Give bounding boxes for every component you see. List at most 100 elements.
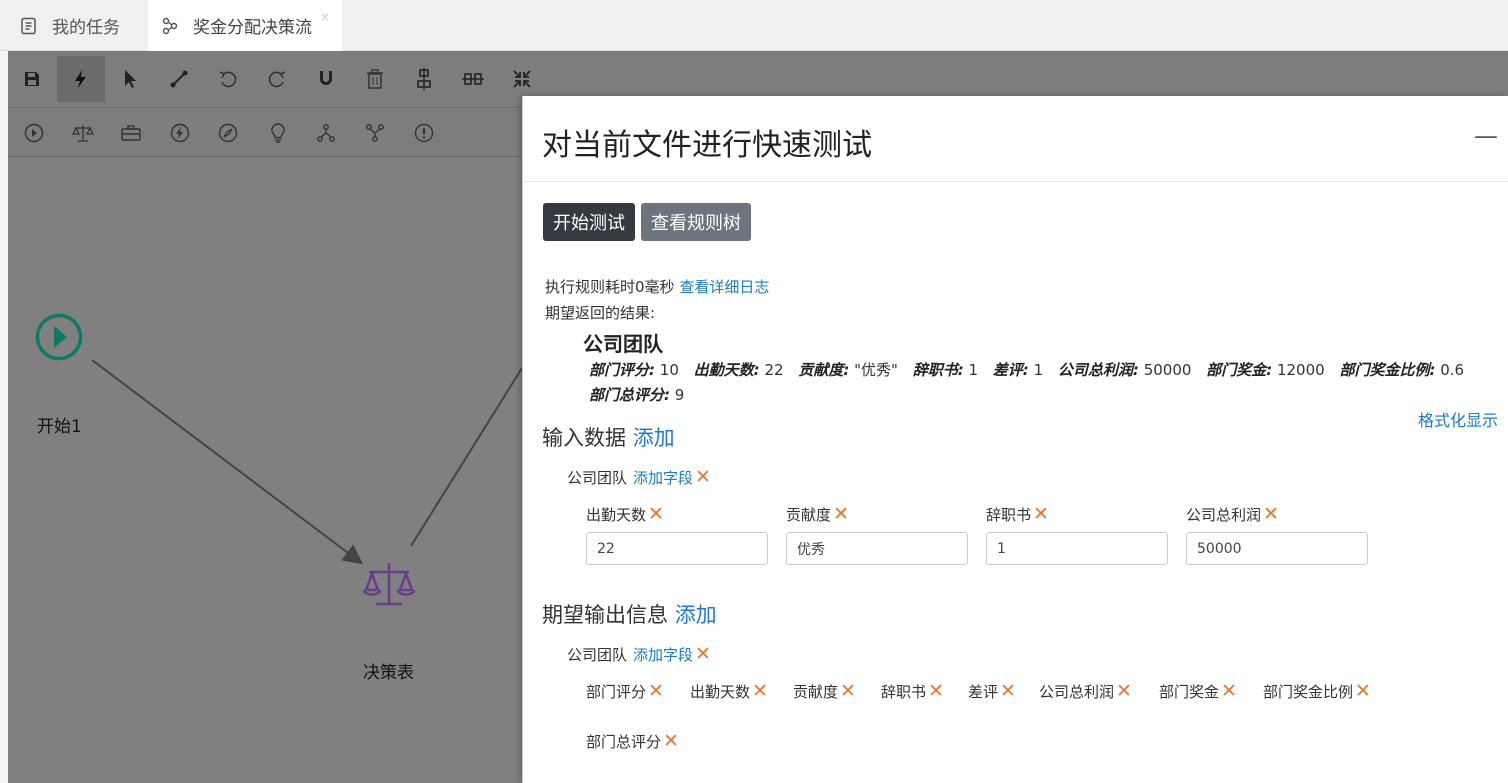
remove-field-icon[interactable]: ✕ (648, 503, 664, 525)
field-label: 出勤天数 (586, 505, 647, 524)
connect-icon[interactable] (155, 56, 203, 102)
tab-bonus-flow[interactable]: 奖金分配决策流 × (148, 0, 342, 51)
save-icon[interactable] (8, 56, 56, 102)
start-node-icon[interactable] (18, 117, 50, 149)
remove-field-icon[interactable]: ✕ (752, 680, 768, 702)
decision-node-label: 决策表 (363, 663, 414, 683)
total-profit-input[interactable] (1186, 532, 1368, 565)
remove-field-icon[interactable]: ✕ (1355, 680, 1371, 702)
remove-field-icon[interactable]: ✕ (928, 680, 944, 702)
pointer-icon[interactable] (106, 56, 154, 102)
field-label: 部门评分 (586, 682, 647, 701)
redo-icon[interactable] (253, 56, 301, 102)
input-data-title: 输入数据 (542, 426, 626, 450)
input-entity-row: 公司团队 添加字段 ✕ (567, 466, 711, 488)
remove-entity-icon[interactable]: ✕ (695, 466, 711, 488)
expected-result-label: 期望返回的结果: (545, 304, 656, 322)
quick-test-panel: 对当前文件进行快速测试 — 开始测试 查看规则树 执行规则耗时0毫秒 查看详细日… (522, 96, 1508, 783)
align-vertical-icon[interactable] (400, 56, 448, 102)
output-field: 部门评分 ✕ (586, 680, 664, 702)
field-label: 公司总利润 (1039, 682, 1115, 701)
field-label: 部门奖金比例 (1263, 682, 1354, 701)
decision-table-node[interactable] (362, 563, 416, 606)
remove-field-icon[interactable]: ✕ (1033, 503, 1049, 525)
contribution-input[interactable] (786, 532, 968, 565)
tab-label: 我的任务 (52, 18, 120, 38)
add-output-link[interactable]: 添加 (675, 603, 717, 627)
tab-label: 奖金分配决策流 (193, 18, 312, 38)
resignation-input[interactable] (986, 532, 1168, 565)
result-field: 差评: 1 (992, 361, 1044, 379)
action-icon[interactable] (164, 117, 196, 149)
input-data-section-title: 输入数据 添加 (542, 422, 675, 452)
result-field: 部门奖金比例: 0.6 (1339, 361, 1465, 379)
execution-time-text: 执行规则耗时0毫秒 (545, 278, 675, 296)
input-field: 贡献度 ✕ (786, 503, 968, 565)
field-label: 辞职书 (986, 505, 1032, 524)
input-field: 出勤天数 ✕ (586, 503, 768, 565)
format-display-link[interactable]: 格式化显示 (1418, 407, 1498, 431)
add-input-link[interactable]: 添加 (633, 426, 675, 450)
remove-field-icon[interactable]: ✕ (1116, 680, 1132, 702)
remove-field-icon[interactable]: ✕ (1221, 680, 1237, 702)
start-test-button[interactable]: 开始测试 (543, 203, 635, 241)
result-field: 部门奖金: 12000 (1206, 361, 1325, 379)
output-entity-name: 公司团队 (567, 645, 628, 664)
flow-icon (162, 17, 178, 34)
briefcase-icon[interactable] (115, 117, 147, 149)
expected-output-section-title: 期望输出信息 添加 (542, 599, 717, 629)
close-icon[interactable]: × (320, 10, 330, 24)
add-field-link[interactable]: 添加字段 (633, 467, 693, 488)
join-icon[interactable] (359, 117, 391, 149)
connector-start-to-decision (91, 359, 364, 565)
add-field-link[interactable]: 添加字段 (633, 644, 693, 665)
remove-field-icon[interactable]: ✕ (840, 680, 856, 702)
magnet-icon[interactable] (302, 56, 350, 102)
field-label: 出勤天数 (690, 682, 751, 701)
result-field: 部门评分: 10 (589, 361, 679, 379)
fork-icon[interactable] (310, 117, 342, 149)
output-field: 贡献度 ✕ (793, 680, 856, 702)
remove-field-icon[interactable]: ✕ (663, 730, 679, 752)
result-fields: 部门评分: 10 出勤天数: 22 贡献度: "优秀" 辞职书: 1 差评: 1… (589, 358, 1499, 408)
remove-field-icon[interactable]: ✕ (1000, 680, 1016, 702)
view-rule-tree-button[interactable]: 查看规则树 (641, 203, 751, 241)
trash-icon[interactable] (351, 56, 399, 102)
field-label: 差评 (968, 682, 999, 701)
field-label: 部门总评分 (586, 732, 662, 751)
panel-title: 对当前文件进行快速测试 (542, 128, 872, 163)
connector-decision-out (410, 367, 523, 547)
field-label: 贡献度 (793, 682, 839, 701)
result-field: 出勤天数: 22 (693, 361, 784, 379)
bulb-icon[interactable] (262, 117, 294, 149)
output-field: 出勤天数 ✕ (690, 680, 768, 702)
tab-my-tasks[interactable]: 我的任务 (20, 0, 120, 51)
compass-icon[interactable] (212, 117, 244, 149)
start-node[interactable] (35, 313, 83, 361)
remove-field-icon[interactable]: ✕ (833, 503, 849, 525)
output-entity-row: 公司团队 添加字段 ✕ (567, 643, 711, 665)
attendance-days-input[interactable] (586, 532, 768, 565)
execution-time-line: 执行规则耗时0毫秒 查看详细日志 (545, 276, 769, 297)
output-field: 部门总评分 ✕ (586, 730, 679, 752)
tab-bar: 我的任务 奖金分配决策流 × (0, 0, 1508, 51)
decision-table-icon[interactable] (67, 117, 99, 149)
field-label: 辞职书 (881, 682, 927, 701)
result-entity-name: 公司团队 (583, 332, 663, 356)
field-label: 部门奖金 (1159, 682, 1220, 701)
frame-edge (0, 51, 8, 783)
lightning-icon[interactable] (57, 56, 105, 102)
result-field: 贡献度: "优秀" (798, 361, 898, 379)
panel-header: 对当前文件进行快速测试 — (523, 96, 1508, 182)
input-field: 辞职书 ✕ (986, 503, 1168, 565)
remove-field-icon[interactable]: ✕ (648, 680, 664, 702)
minimize-button[interactable]: — (1474, 122, 1498, 150)
undo-icon[interactable] (204, 56, 252, 102)
remove-field-icon[interactable]: ✕ (1263, 503, 1279, 525)
alert-icon[interactable] (408, 117, 440, 149)
output-field: 差评 ✕ (968, 680, 1016, 702)
field-label: 公司总利润 (1186, 505, 1262, 524)
remove-entity-icon[interactable]: ✕ (695, 643, 711, 665)
align-horizontal-icon[interactable] (449, 56, 497, 102)
view-detail-log-link[interactable]: 查看详细日志 (679, 278, 769, 296)
